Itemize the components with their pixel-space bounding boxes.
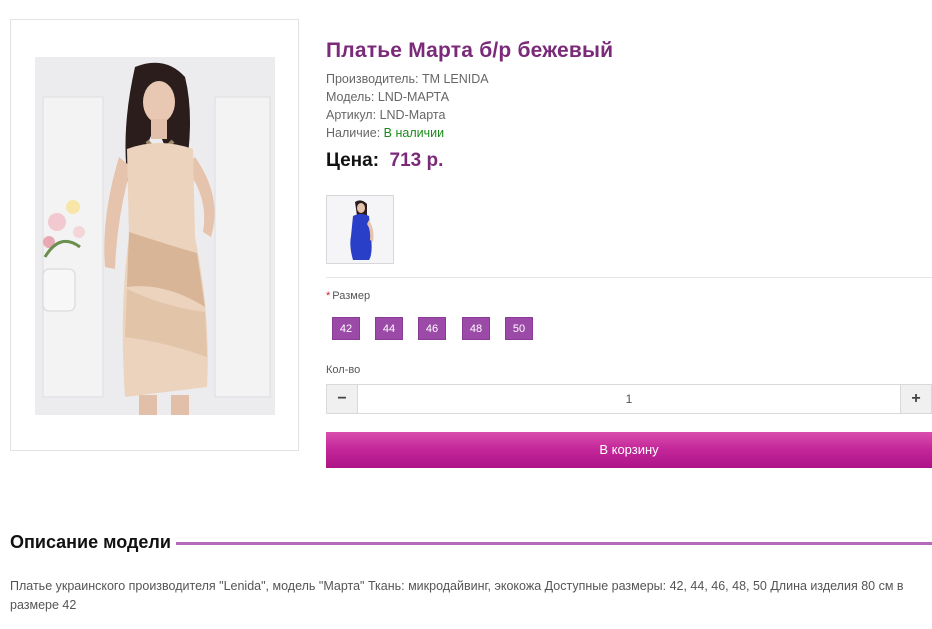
sku-value: LND-Марта [379, 108, 446, 122]
availability-label: Наличие: [326, 126, 381, 140]
add-to-cart-button[interactable]: В корзину [326, 432, 932, 468]
size-option-46[interactable]: 46 [418, 317, 446, 340]
model-value: LND-МАРТА [377, 90, 450, 104]
sku-label: Артикул: [326, 108, 377, 122]
manufacturer-label: Производитель: [326, 72, 419, 86]
size-label: * Размер [326, 290, 370, 302]
product-image-frame[interactable] [10, 19, 299, 451]
quantity-stepper: − + [326, 384, 932, 414]
product-title: Платье Марта б/р бежевый [326, 39, 614, 62]
size-option-50[interactable]: 50 [505, 317, 533, 340]
size-option-48[interactable]: 48 [462, 317, 490, 340]
manufacturer-row: Производитель: TM LENIDA [326, 72, 489, 86]
manufacturer-value: TM LENIDA [421, 72, 489, 86]
quantity-input[interactable] [358, 385, 900, 413]
quantity-decrease-button[interactable]: − [327, 385, 358, 413]
price-row: Цена: 713 р. [326, 150, 443, 172]
description-text: Платье украинского производителя "Lenida… [10, 579, 904, 612]
quantity-increase-button[interactable]: + [900, 385, 931, 413]
availability-row: Наличие: В наличии [326, 126, 444, 140]
description-heading: Описание модели [10, 532, 171, 552]
product-thumbnail[interactable] [326, 195, 394, 264]
price-value: 713 р. [389, 150, 444, 171]
description-heading-line [176, 542, 932, 545]
size-option-44[interactable]: 44 [375, 317, 403, 340]
size-option-42[interactable]: 42 [332, 317, 360, 340]
availability-value: В наличии [383, 126, 445, 140]
blue-dress-thumbnail-image [327, 196, 393, 263]
quantity-label: Кол-во [326, 364, 361, 376]
product-main-photo[interactable] [35, 57, 275, 415]
size-label-text: Размер [332, 290, 371, 302]
options-divider [326, 277, 932, 278]
model-label: Модель: [326, 90, 375, 104]
sku-row: Артикул: LND-Марта [326, 108, 445, 122]
price-label: Цена: [326, 150, 380, 171]
dress-photo-illustration [35, 57, 275, 415]
model-row: Модель: LND-МАРТА [326, 90, 449, 104]
required-marker: * [326, 290, 331, 302]
